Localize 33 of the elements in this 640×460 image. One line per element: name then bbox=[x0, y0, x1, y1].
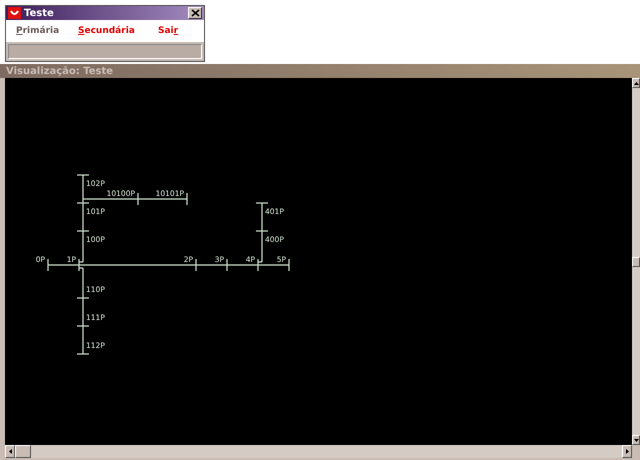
scroll-right-button[interactable] bbox=[622, 445, 632, 458]
down-arrow-icon bbox=[634, 438, 638, 442]
node-tick bbox=[78, 259, 80, 271]
scroll-down-button[interactable] bbox=[632, 435, 640, 445]
node-tick bbox=[256, 230, 268, 232]
node-tick bbox=[77, 230, 89, 232]
menu-item[interactable]: Secundária bbox=[78, 26, 150, 36]
node-tick bbox=[77, 325, 89, 327]
up-arrow-icon bbox=[634, 82, 638, 84]
right-arrow-icon bbox=[626, 449, 628, 454]
scroll-left-button[interactable] bbox=[5, 445, 15, 458]
node-tick bbox=[77, 202, 89, 204]
node-tick bbox=[47, 259, 49, 271]
scroll-thumb[interactable] bbox=[15, 445, 31, 458]
node-tick bbox=[257, 259, 259, 271]
node-tick bbox=[186, 193, 188, 205]
window-title: Teste bbox=[24, 8, 55, 19]
node-tick bbox=[137, 193, 139, 205]
left-arrow-icon bbox=[8, 449, 12, 454]
node-tick bbox=[77, 353, 89, 355]
vertical-scrollbar[interactable] bbox=[632, 78, 640, 445]
node-tick bbox=[226, 259, 228, 271]
close-button[interactable] bbox=[188, 7, 202, 20]
node-tick bbox=[256, 202, 268, 204]
scroll-thumb[interactable] bbox=[632, 256, 640, 266]
node-tick bbox=[288, 259, 290, 271]
window-title: Visualização: Teste bbox=[6, 66, 114, 76]
horizontal-scrollbar[interactable] bbox=[5, 445, 632, 458]
node-tick bbox=[77, 297, 89, 299]
menu-item[interactable]: Sair bbox=[158, 26, 198, 36]
node-tick bbox=[77, 174, 89, 176]
scroll-up-button[interactable] bbox=[632, 78, 640, 88]
node-tick bbox=[195, 259, 197, 271]
